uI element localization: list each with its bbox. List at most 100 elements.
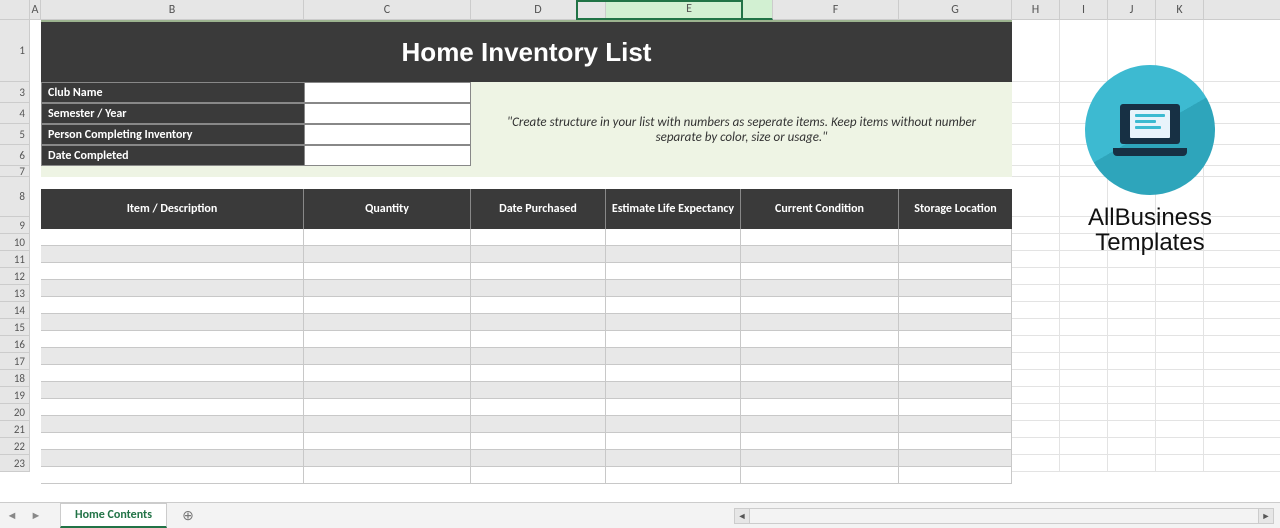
table-cell[interactable] [741,433,899,450]
table-cell[interactable] [899,314,1012,331]
table-cell[interactable] [606,314,741,331]
table-cell[interactable] [606,467,741,484]
table-cell[interactable] [899,416,1012,433]
col-header-g[interactable]: G [899,0,1012,20]
table-cell[interactable] [471,416,606,433]
table-cell[interactable] [606,280,741,297]
table-cell[interactable] [471,263,606,280]
col-header-i[interactable]: I [1060,0,1108,20]
table-row[interactable] [41,263,1012,280]
row-header[interactable]: 12 [0,268,29,285]
table-cell[interactable] [304,416,471,433]
table-cell[interactable] [606,246,741,263]
table-cell[interactable] [471,365,606,382]
row-header[interactable]: 19 [0,387,29,404]
table-cell[interactable] [304,433,471,450]
table-cell[interactable] [304,399,471,416]
table-cell[interactable] [606,331,741,348]
table-cell[interactable] [304,331,471,348]
row-header[interactable]: 8 [0,177,29,217]
table-row[interactable] [41,297,1012,314]
col-header-d[interactable]: D [471,0,606,20]
table-row[interactable] [41,331,1012,348]
table-cell[interactable] [41,331,304,348]
table-cell[interactable] [304,263,471,280]
table-cell[interactable] [741,280,899,297]
table-row[interactable] [41,399,1012,416]
col-header-j[interactable]: J [1108,0,1156,20]
col-header-a[interactable]: A [30,0,41,20]
table-row[interactable] [41,382,1012,399]
table-cell[interactable] [471,280,606,297]
table-cell[interactable] [741,382,899,399]
row-header[interactable]: 20 [0,404,29,421]
table-row[interactable] [41,433,1012,450]
add-sheet-button[interactable]: ⊕ [175,506,201,526]
table-cell[interactable] [41,280,304,297]
table-cell[interactable] [741,399,899,416]
table-cell[interactable] [899,399,1012,416]
table-cell[interactable] [471,229,606,246]
table-cell[interactable] [741,450,899,467]
table-cell[interactable] [41,297,304,314]
table-cell[interactable] [606,229,741,246]
column-headers[interactable]: A B C D E F G H I J K [0,0,1280,20]
table-cell[interactable] [899,263,1012,280]
tab-nav-prev-icon[interactable]: ◄ [0,509,24,522]
select-all-corner[interactable] [0,0,30,20]
row-header[interactable]: 13 [0,285,29,302]
th-estimate-life[interactable]: Estimate Life Expectancy [606,189,741,229]
table-cell[interactable] [41,433,304,450]
table-cell[interactable] [41,399,304,416]
table-cell[interactable] [899,382,1012,399]
table-cell[interactable] [304,314,471,331]
row-header[interactable]: 14 [0,302,29,319]
input-date-completed[interactable] [304,145,471,166]
scroll-track[interactable] [750,508,1258,524]
col-header-c[interactable]: C [304,0,471,20]
table-cell[interactable] [471,314,606,331]
table-cell[interactable] [471,297,606,314]
table-cell[interactable] [899,348,1012,365]
row-header[interactable]: 16 [0,336,29,353]
table-cell[interactable] [41,450,304,467]
th-storage-location[interactable]: Storage Location [899,189,1012,229]
table-cell[interactable] [471,246,606,263]
horizontal-scrollbar[interactable]: ◄ ► [734,508,1274,524]
col-header-f[interactable]: F [773,0,899,20]
row-header[interactable]: 10 [0,234,29,251]
table-cell[interactable] [606,365,741,382]
table-cell[interactable] [304,450,471,467]
table-row[interactable] [41,365,1012,382]
table-cell[interactable] [899,365,1012,382]
table-row[interactable] [41,229,1012,246]
table-cell[interactable] [471,348,606,365]
table-cell[interactable] [471,433,606,450]
row-header[interactable]: 9 [0,217,29,234]
table-cell[interactable] [606,433,741,450]
row-header[interactable]: 5 [0,124,29,145]
input-person-completing[interactable] [304,124,471,145]
table-row[interactable] [41,246,1012,263]
row-header[interactable]: 23 [0,455,29,472]
row-header[interactable]: 18 [0,370,29,387]
table-cell[interactable] [899,280,1012,297]
table-cell[interactable] [606,399,741,416]
inventory-table-body[interactable] [41,229,1012,484]
table-cell[interactable] [41,365,304,382]
table-cell[interactable] [41,382,304,399]
table-cell[interactable] [899,450,1012,467]
table-cell[interactable] [741,416,899,433]
table-cell[interactable] [471,382,606,399]
table-row[interactable] [41,416,1012,433]
th-item-description[interactable]: Item / Description [41,189,304,229]
th-quantity[interactable]: Quantity [304,189,471,229]
table-cell[interactable] [606,382,741,399]
col-header-b[interactable]: B [41,0,304,20]
table-cell[interactable] [304,297,471,314]
sheet-tabs-bar[interactable]: ◄ ► Home Contents ⊕ ◄ ► [0,502,1280,528]
table-cell[interactable] [899,297,1012,314]
tab-nav-next-icon[interactable]: ► [24,509,48,522]
input-semester-year[interactable] [304,103,471,124]
table-cell[interactable] [304,348,471,365]
